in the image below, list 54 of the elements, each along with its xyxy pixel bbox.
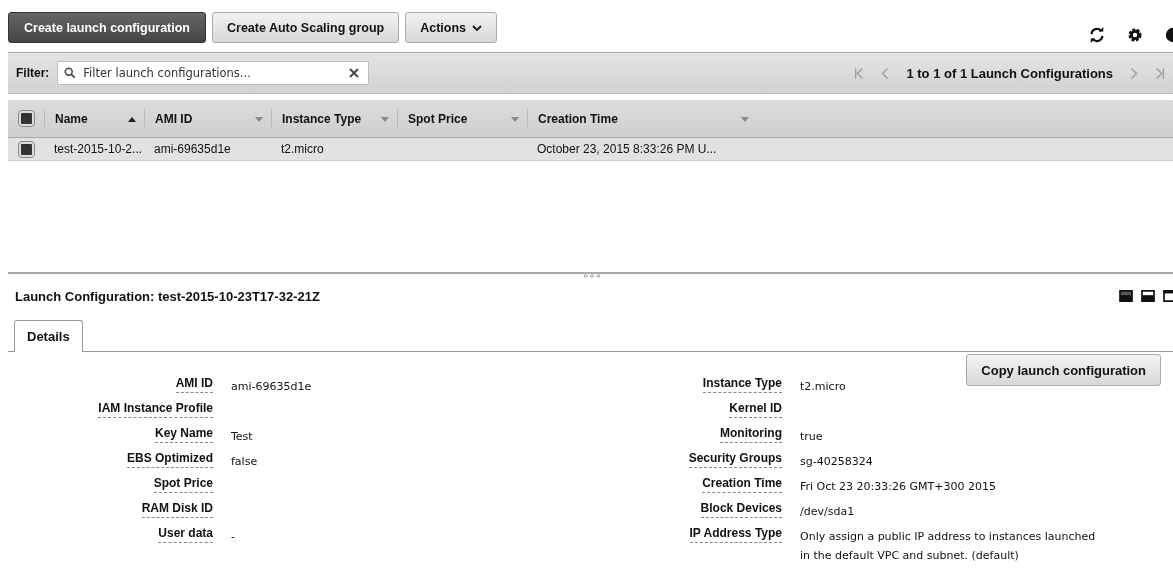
resize-handle-icon[interactable] (583, 274, 601, 278)
layout-split-icon[interactable] (1141, 290, 1155, 302)
field-label: Monitoring (720, 426, 782, 443)
create-launch-configuration-button[interactable]: Create launch configuration (8, 12, 206, 43)
field-label: Creation Time (702, 476, 782, 493)
detail-title: Launch Configuration: test-2015-10-23T17-32-21Z (15, 288, 320, 304)
layout-top-icon[interactable] (1163, 290, 1173, 302)
copy-launch-configuration-button[interactable]: Copy launch configuration (966, 354, 1161, 386)
layout-bottom-icon[interactable] (1119, 290, 1133, 302)
caret-icon (472, 24, 483, 31)
field-label: Spot Price (153, 476, 213, 493)
row-checkbox[interactable] (18, 141, 34, 157)
field-label: AMI ID (175, 376, 213, 393)
field-value: ami-69635d1e (231, 380, 312, 393)
field-value: true (800, 430, 823, 443)
field-label: User data (158, 526, 213, 543)
field-value: false (231, 455, 258, 468)
search-icon (64, 67, 77, 79)
column-header[interactable]: AMI ID (144, 108, 271, 129)
field-value: Only assign a public IP address to instances launched in the default VPC and subnet. (default) (800, 530, 1096, 562)
table-cell: t2.micro (281, 142, 324, 156)
column-header[interactable]: Instance Type (271, 108, 397, 129)
field-label: RAM Disk ID (141, 501, 213, 518)
actions-button[interactable]: Actions (405, 12, 498, 43)
field-label: Key Name (154, 426, 213, 443)
select-all-checkbox[interactable] (18, 111, 34, 126)
clear-icon[interactable] (348, 67, 361, 79)
table-row[interactable]: test-2015-10-2... ami-69635d1e t2.micro October 23, 2015 8:33:26 PM U... (8, 138, 1173, 161)
field-label: EBS Optimized (127, 451, 213, 468)
pagination-text: 1 to 1 of 1 Launch Configurations (906, 65, 1113, 81)
filter-label: Filter: (16, 66, 50, 80)
field-label: Kernel ID (729, 401, 782, 418)
field-value: Fri Oct 23 20:33:26 GMT+300 2015 (800, 480, 996, 493)
field-value: Test (231, 430, 253, 443)
column-header[interactable]: Creation Time (527, 108, 757, 129)
column-header[interactable]: Name (44, 108, 144, 129)
create-auto-scaling-group-button[interactable]: Create Auto Scaling group (212, 12, 400, 43)
table-cell: ami-69635d1e (154, 142, 231, 156)
field-value: sg-40258324 (800, 455, 873, 468)
field-label: IP Address Type (689, 526, 782, 543)
search-field[interactable]: Filter launch configurations... (57, 61, 370, 85)
table-cell: test-2015-10-2... (54, 142, 143, 156)
field-label: Block Devices (700, 501, 782, 518)
field-value: - (231, 530, 235, 543)
field-label: IAM Instance Profile (98, 401, 213, 418)
field-label: Instance Type (702, 376, 782, 393)
column-header[interactable]: Spot Price (397, 108, 527, 129)
search-input[interactable]: Filter launch configurations... (81, 65, 344, 81)
refresh-icon[interactable] (1088, 25, 1106, 44)
field-value: /dev/sda1 (800, 505, 855, 518)
field-label: Security Groups (688, 451, 782, 468)
field-value: t2.micro (800, 380, 846, 393)
table-cell: October 23, 2015 8:33:26 PM U... (537, 142, 717, 156)
details-tab[interactable]: Details (14, 320, 83, 352)
